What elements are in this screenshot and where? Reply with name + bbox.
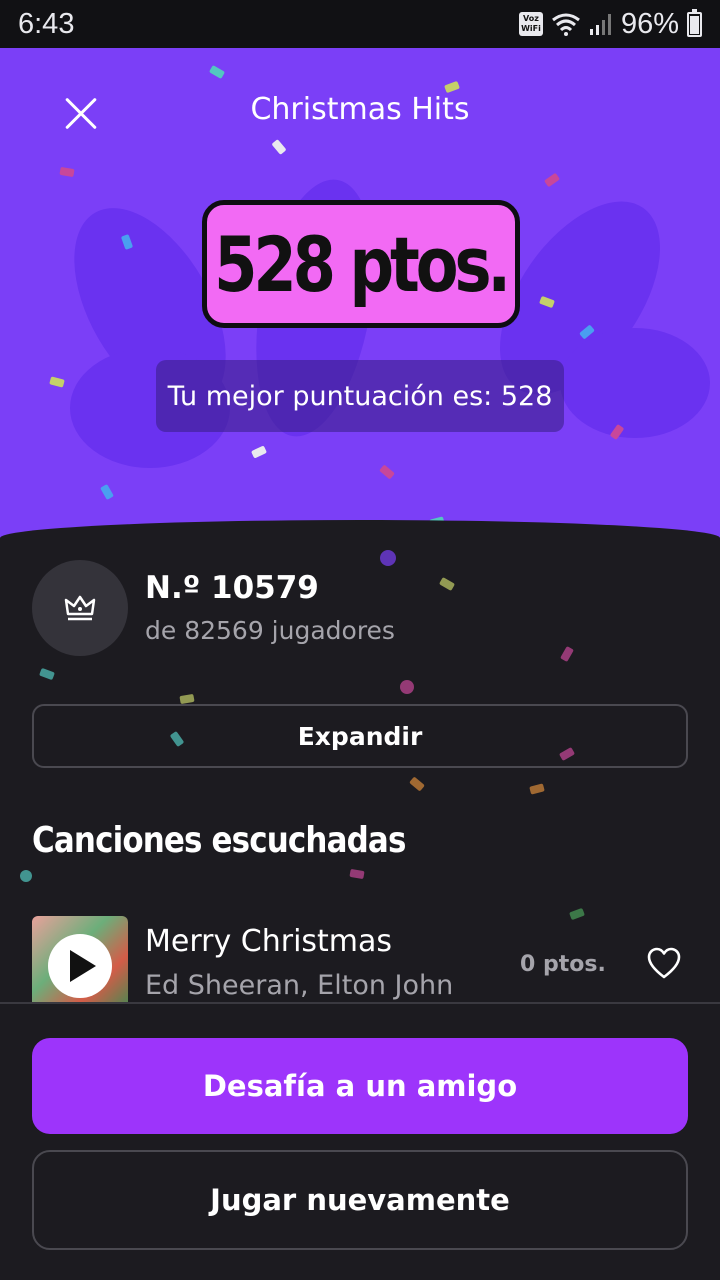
play-again-button[interactable]: Jugar nuevamente (32, 1150, 688, 1250)
bottom-actions: Desafía a un amigo Jugar nuevamente (0, 1002, 720, 1280)
expand-button[interactable]: Expandir (32, 704, 688, 768)
song-title: Merry Christmas (145, 924, 393, 959)
status-bar: 6:43 Voz WiFi 96% (0, 0, 720, 48)
best-score-pill: Tu mejor puntuación es: 528 (156, 360, 564, 432)
status-time: 6:43 (18, 7, 75, 40)
score-hero: Christmas Hits 528 ptos. Tu mejor puntua… (0, 48, 720, 568)
song-artist: Ed Sheeran, Elton John (145, 970, 454, 1001)
replay-label: Jugar nuevamente (210, 1183, 510, 1217)
rank-position: N.º 10579 (145, 570, 319, 606)
battery-percent: 96% (620, 7, 679, 40)
album-cover (32, 916, 128, 1012)
challenge-label: Desafía a un amigo (202, 1069, 518, 1103)
voz-wifi-icon: Voz WiFi (518, 12, 543, 36)
play-icon (70, 950, 96, 982)
wifi-icon (552, 13, 580, 36)
page-title: Christmas Hits (250, 92, 470, 127)
challenge-friend-button[interactable]: Desafía a un amigo (32, 1038, 688, 1134)
songs-section-title: Canciones escuchadas (32, 820, 406, 861)
battery-icon (687, 8, 702, 37)
signal-icon (589, 14, 611, 35)
list-item[interactable]: Merry Christmas Ed Sheeran, Elton John 0… (0, 916, 720, 1016)
song-points: 0 ptos. (520, 952, 606, 977)
best-score-text: Tu mejor puntuación es: 528 (167, 380, 553, 412)
score-badge: 528 ptos. (202, 200, 520, 328)
play-button[interactable] (48, 934, 112, 998)
rank-subtitle: de 82569 jugadores (145, 616, 395, 645)
status-icons: Voz WiFi 96% (518, 7, 702, 41)
background-shape (560, 328, 710, 438)
expand-label: Expandir (297, 721, 423, 751)
heart-icon[interactable] (646, 946, 682, 982)
rank-avatar (32, 560, 128, 656)
crown-icon (64, 595, 96, 621)
score-value: 528 ptos. (214, 219, 512, 309)
